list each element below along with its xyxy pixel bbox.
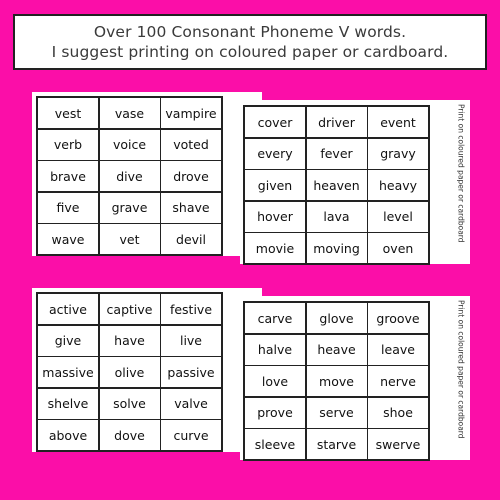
word-cell: heavy xyxy=(368,170,428,200)
word-cell: active xyxy=(38,294,98,324)
word-cell: lava xyxy=(306,201,367,232)
print-note: Print on coloured paper or cardboard xyxy=(456,104,466,243)
word-cell: move xyxy=(306,366,367,396)
word-cell: fever xyxy=(306,138,367,169)
word-cell: olive xyxy=(99,357,160,387)
word-cell: verb xyxy=(38,129,98,160)
word-cell: brave xyxy=(38,161,98,191)
word-cell: heaven xyxy=(306,170,367,200)
word-cell: vest xyxy=(38,98,98,128)
word-cell: shave xyxy=(161,192,221,223)
banner-line-2: I suggest printing on coloured paper or … xyxy=(51,43,449,61)
word-cell: vampire xyxy=(161,98,221,128)
word-cell: event xyxy=(368,107,428,137)
word-cell: oven xyxy=(368,233,428,263)
word-cell: love xyxy=(245,366,305,396)
word-cell: heave xyxy=(306,334,367,365)
word-cell: groove xyxy=(368,303,428,333)
word-cell: starve xyxy=(306,429,367,459)
word-card-1: vest vase vampire verb voice voted brave dive dr… xyxy=(32,92,262,256)
word-cell: driver xyxy=(306,107,367,137)
word-cell: cover xyxy=(245,107,305,137)
word-cell: voted xyxy=(161,129,221,160)
word-grid: active captive festive give have live massive o… xyxy=(36,292,223,452)
instructions-banner: Over 100 Consonant Phoneme V words. I su… xyxy=(13,14,487,70)
word-cell: halve xyxy=(245,334,305,365)
word-cell: nerve xyxy=(368,366,428,396)
word-cell: five xyxy=(38,192,98,223)
word-cell: dove xyxy=(99,420,160,450)
word-cell: devil xyxy=(161,224,221,254)
word-cell: grave xyxy=(99,192,160,223)
print-note: Print on coloured paper or cardboard xyxy=(456,300,466,439)
word-grid: cover driver event every fever gravy given heav… xyxy=(243,105,430,265)
word-cell: captive xyxy=(99,294,160,324)
word-cell: glove xyxy=(306,303,367,333)
word-card-3: active captive festive give have live massive o… xyxy=(32,288,262,452)
word-cell: passive xyxy=(161,357,221,387)
word-cell: wave xyxy=(38,224,98,254)
word-cell: leave xyxy=(368,334,428,365)
word-cell: movie xyxy=(245,233,305,263)
word-grid: carve glove groove halve heave leave love move n… xyxy=(243,301,430,461)
word-cell: solve xyxy=(99,388,160,419)
word-cell: have xyxy=(99,325,160,356)
word-cell: curve xyxy=(161,420,221,450)
banner-line-1: Over 100 Consonant Phoneme V words. xyxy=(93,23,407,41)
word-cell: level xyxy=(368,201,428,232)
word-cell: given xyxy=(245,170,305,200)
word-cell: carve xyxy=(245,303,305,333)
word-cell: hover xyxy=(245,201,305,232)
word-cell: prove xyxy=(245,397,305,428)
word-cell: valve xyxy=(161,388,221,419)
word-cell: moving xyxy=(306,233,367,263)
word-cell: vase xyxy=(99,98,160,128)
word-cell: dive xyxy=(99,161,160,191)
word-cell: vet xyxy=(99,224,160,254)
word-cell: swerve xyxy=(368,429,428,459)
word-cell: sleeve xyxy=(245,429,305,459)
word-cell: live xyxy=(161,325,221,356)
word-cell: drove xyxy=(161,161,221,191)
word-cell: voice xyxy=(99,129,160,160)
word-cell: give xyxy=(38,325,98,356)
word-cell: serve xyxy=(306,397,367,428)
word-cell: shelve xyxy=(38,388,98,419)
word-cell: every xyxy=(245,138,305,169)
word-cell: above xyxy=(38,420,98,450)
word-cell: massive xyxy=(38,357,98,387)
word-cell: festive xyxy=(161,294,221,324)
word-cell: gravy xyxy=(368,138,428,169)
word-cell: shoe xyxy=(368,397,428,428)
word-card-4: carve glove groove halve heave leave love move n… xyxy=(240,296,470,461)
word-grid: vest vase vampire verb voice voted brave dive dr… xyxy=(36,96,223,256)
word-card-2: cover driver event every fever gravy given heav… xyxy=(240,100,470,265)
